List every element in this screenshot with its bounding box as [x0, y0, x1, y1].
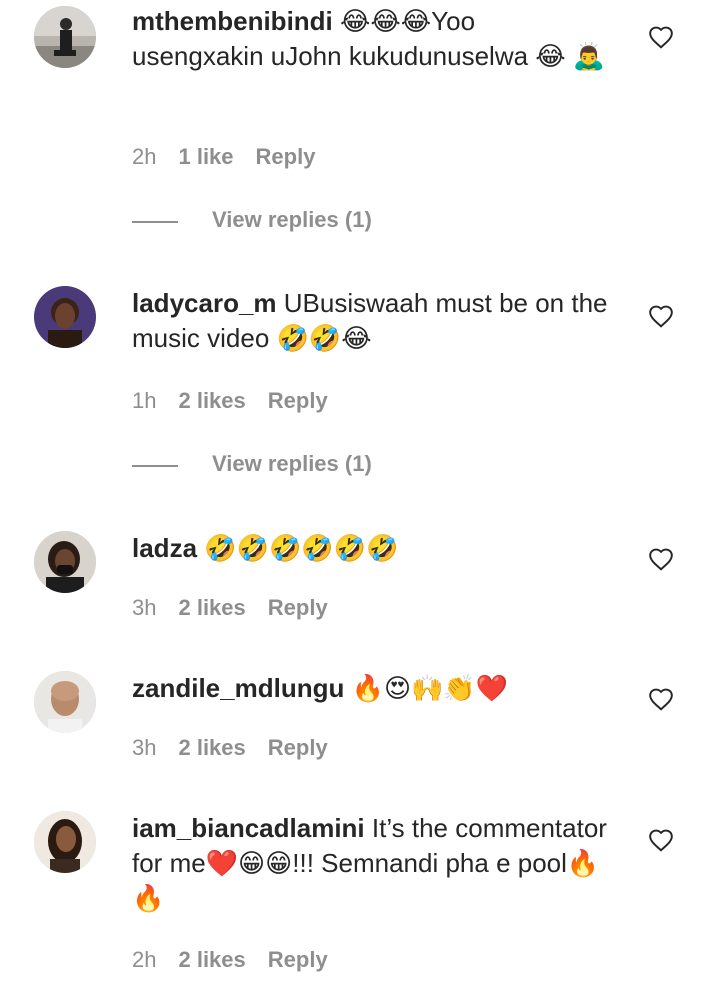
view-replies-label: View replies (1) — [212, 451, 372, 476]
heart-icon[interactable] — [648, 304, 674, 328]
comment-username[interactable]: ladza — [132, 533, 197, 563]
comment-body: ladycaro_m UBusiswaah must be on the mus… — [132, 286, 612, 356]
divider-line — [132, 221, 178, 223]
comment-text: 🤣🤣🤣🤣🤣🤣 — [204, 533, 399, 563]
comment-meta: 1h 2 likes Reply — [132, 388, 350, 414]
comment-time: 2h — [132, 144, 157, 169]
reply-button[interactable]: Reply — [268, 388, 328, 414]
comment-username[interactable]: ladycaro_m — [132, 288, 277, 318]
likes-count[interactable]: 2 likes — [178, 947, 245, 973]
reply-button[interactable]: Reply — [268, 735, 328, 761]
comment-body: iam_biancadlamini It’s the commentator f… — [132, 811, 612, 916]
comment-meta: 3h 2 likes Reply — [132, 735, 350, 761]
likes-count[interactable]: 2 likes — [178, 388, 245, 414]
comment-username[interactable]: mthembenibindi — [132, 6, 333, 36]
comment-text: 🔥😍🙌👏❤️ — [351, 673, 509, 703]
reply-button[interactable]: Reply — [268, 595, 328, 621]
comment-body: mthembenibindi 😂😂😂Yoo usengxakin uJohn k… — [132, 4, 612, 74]
heart-icon[interactable] — [648, 25, 674, 49]
comment-time: 3h — [132, 595, 157, 620]
avatar[interactable] — [34, 671, 96, 733]
view-replies-label: View replies (1) — [212, 207, 372, 232]
comment-time: 2h — [132, 947, 157, 972]
comment-time: 3h — [132, 735, 157, 760]
avatar[interactable] — [34, 286, 96, 348]
comment-body: zandile_mdlungu 🔥😍🙌👏❤️ — [132, 671, 612, 706]
comment-body: ladza 🤣🤣🤣🤣🤣🤣 — [132, 531, 612, 566]
comment-time: 1h — [132, 388, 157, 413]
divider-line — [132, 465, 178, 467]
heart-icon[interactable] — [648, 547, 674, 571]
comment-meta: 3h 2 likes Reply — [132, 595, 350, 621]
comment-meta: 2h 2 likes Reply — [132, 947, 350, 973]
avatar[interactable] — [34, 531, 96, 593]
avatar[interactable] — [34, 6, 96, 68]
comment-username[interactable]: zandile_mdlungu — [132, 673, 344, 703]
comment-username[interactable]: iam_biancadlamini — [132, 813, 365, 843]
likes-count[interactable]: 1 like — [178, 144, 233, 170]
likes-count[interactable]: 2 likes — [178, 735, 245, 761]
reply-button[interactable]: Reply — [268, 947, 328, 973]
heart-icon[interactable] — [648, 687, 674, 711]
avatar[interactable] — [34, 811, 96, 873]
heart-icon[interactable] — [648, 828, 674, 852]
comment-meta: 2h 1 like Reply — [132, 144, 337, 170]
likes-count[interactable]: 2 likes — [178, 595, 245, 621]
reply-button[interactable]: Reply — [256, 144, 316, 170]
